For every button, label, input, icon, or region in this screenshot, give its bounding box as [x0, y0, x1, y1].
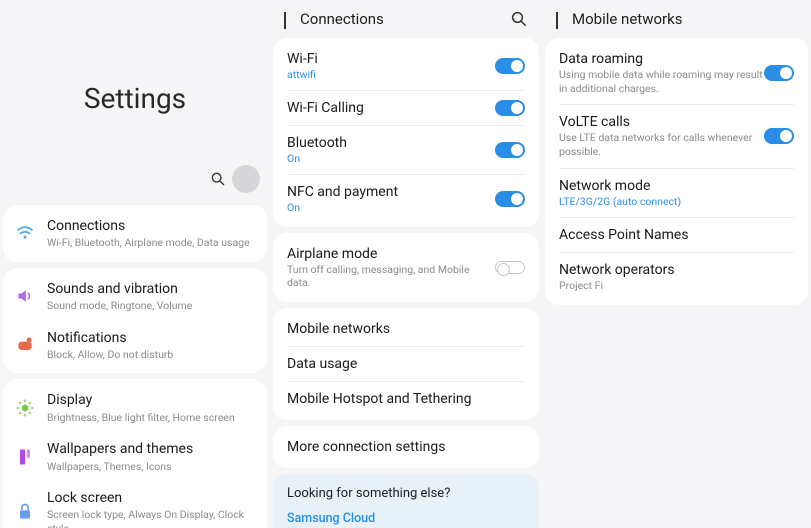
connections-group-3: Mobile networks Data usage Mobile Hotspo…	[273, 308, 539, 420]
item-sub: Turn off calling, messaging, and Mobile …	[287, 263, 495, 289]
item-sub: Project Fi	[559, 279, 794, 293]
settings-card-1: Connections Wi-Fi, Bluetooth, Airplane m…	[3, 205, 267, 262]
item-label: More connection settings	[287, 439, 445, 455]
sound-icon	[15, 286, 35, 306]
settings-item-label: Connections	[47, 217, 255, 235]
page-title: Settings	[84, 82, 186, 115]
connections-pane: Connections Wi-Fi attwifi Wi-Fi Calling …	[270, 0, 542, 528]
settings-item-sub: Wallpapers, Themes, Icons	[47, 460, 255, 474]
wifi-toggle[interactable]	[495, 58, 525, 74]
airplane-toggle[interactable]	[495, 261, 525, 274]
settings-item-sub: Brightness, Blue light filter, Home scre…	[47, 411, 255, 425]
connections-item-datausage[interactable]: Data usage	[273, 347, 539, 381]
item-sub: On	[287, 152, 495, 165]
settings-item-wallpapers[interactable]: Wallpapers and themes Wallpapers, Themes…	[3, 432, 267, 481]
connections-item-airplane[interactable]: Airplane mode Turn off calling, messagin…	[273, 237, 539, 298]
item-sub: LTE/3G/2G (auto connect)	[559, 195, 794, 208]
themes-icon	[15, 447, 35, 467]
item-label: Data usage	[287, 356, 357, 372]
network-item-volte[interactable]: VoLTE calls Use LTE data networks for ca…	[545, 105, 808, 167]
settings-item-lockscreen[interactable]: Lock screen Screen lock type, Always On …	[3, 481, 267, 528]
item-label: VoLTE calls	[559, 114, 764, 130]
item-label: Mobile networks	[287, 321, 390, 337]
mobilenetworks-group: Data roaming Using mobile data while roa…	[545, 38, 808, 305]
nfc-toggle[interactable]	[495, 191, 525, 207]
connections-group-2: Airplane mode Turn off calling, messagin…	[273, 233, 539, 302]
looking-card: Looking for something else? Samsung Clou…	[273, 474, 539, 528]
settings-item-connections[interactable]: Connections Wi-Fi, Bluetooth, Airplane m…	[3, 209, 267, 258]
network-item-roaming[interactable]: Data roaming Using mobile data while roa…	[545, 42, 808, 104]
item-label: Network mode	[559, 178, 794, 194]
search-icon[interactable]	[510, 10, 528, 28]
wificalling-toggle[interactable]	[495, 100, 525, 116]
settings-card-2: Sounds and vibration Sound mode, Rington…	[3, 268, 267, 374]
search-icon[interactable]	[210, 171, 226, 187]
connections-item-mobilenetworks[interactable]: Mobile networks	[273, 312, 539, 346]
connections-item-nfc[interactable]: NFC and payment On	[273, 175, 539, 223]
display-icon	[15, 398, 35, 418]
settings-item-sub: Sound mode, Ringtone, Volume	[47, 299, 255, 313]
settings-pane: Settings Connections Wi-Fi, Bluetooth, A…	[0, 0, 270, 528]
notif-icon	[15, 335, 35, 355]
looking-title: Looking for something else?	[287, 486, 525, 501]
settings-item-sub: Wi-Fi, Bluetooth, Airplane mode, Data us…	[47, 236, 255, 250]
settings-item-sub: Screen lock type, Always On Display, Clo…	[47, 508, 255, 528]
avatar[interactable]	[232, 165, 260, 193]
settings-item-sounds[interactable]: Sounds and vibration Sound mode, Rington…	[3, 272, 267, 321]
network-item-apn[interactable]: Access Point Names	[545, 218, 808, 252]
connections-item-more[interactable]: More connection settings	[273, 430, 539, 464]
settings-header: Settings	[0, 0, 270, 205]
item-label: Access Point Names	[559, 227, 689, 243]
settings-item-label: Sounds and vibration	[47, 280, 255, 298]
page-title: Mobile networks	[572, 10, 797, 28]
settings-item-label: Wallpapers and themes	[47, 440, 255, 458]
item-sub: attwifi	[287, 68, 495, 81]
mobilenetworks-pane: Mobile networks Data roaming Using mobil…	[542, 0, 811, 528]
volte-toggle[interactable]	[764, 128, 794, 144]
item-sub: Use LTE data networks for calls whenever…	[559, 131, 764, 158]
connections-group-4: More connection settings	[273, 426, 539, 468]
back-icon[interactable]	[284, 12, 286, 27]
wifi-icon	[15, 223, 35, 243]
connections-header: Connections	[270, 0, 542, 38]
settings-item-label: Display	[47, 391, 255, 409]
settings-card-3: Display Brightness, Blue light filter, H…	[3, 379, 267, 528]
mobilenetworks-header: Mobile networks	[542, 0, 811, 38]
bluetooth-toggle[interactable]	[495, 142, 525, 158]
roaming-toggle[interactable]	[764, 65, 794, 81]
network-item-operators[interactable]: Network operators Project Fi	[545, 253, 808, 302]
network-item-mode[interactable]: Network mode LTE/3G/2G (auto connect)	[545, 169, 808, 217]
settings-item-sub: Block, Allow, Do not disturb	[47, 348, 255, 362]
item-label: Airplane mode	[287, 246, 495, 262]
settings-item-label: Lock screen	[47, 489, 255, 507]
item-label: Mobile Hotspot and Tethering	[287, 391, 471, 407]
connections-item-wificalling[interactable]: Wi-Fi Calling	[273, 91, 539, 125]
item-label: Wi-Fi Calling	[287, 100, 495, 116]
item-label: Network operators	[559, 262, 794, 278]
connections-item-hotspot[interactable]: Mobile Hotspot and Tethering	[273, 382, 539, 416]
item-label: Data roaming	[559, 51, 764, 67]
looking-link-samsungcloud[interactable]: Samsung Cloud	[287, 511, 525, 526]
settings-item-label: Notifications	[47, 329, 255, 347]
item-label: Wi-Fi	[287, 51, 495, 67]
page-title: Connections	[300, 10, 496, 28]
back-icon[interactable]	[556, 12, 558, 27]
item-sub: Using mobile data while roaming may resu…	[559, 68, 764, 95]
connections-group-1: Wi-Fi attwifi Wi-Fi Calling Bluetooth On…	[273, 38, 539, 227]
settings-item-display[interactable]: Display Brightness, Blue light filter, H…	[3, 383, 267, 432]
connections-item-wifi[interactable]: Wi-Fi attwifi	[273, 42, 539, 90]
search-row	[0, 165, 270, 193]
connections-item-bluetooth[interactable]: Bluetooth On	[273, 126, 539, 174]
lock-icon	[15, 502, 35, 522]
item-sub: On	[287, 201, 495, 214]
item-label: NFC and payment	[287, 184, 495, 200]
item-label: Bluetooth	[287, 135, 495, 151]
settings-item-notifications[interactable]: Notifications Block, Allow, Do not distu…	[3, 321, 267, 370]
